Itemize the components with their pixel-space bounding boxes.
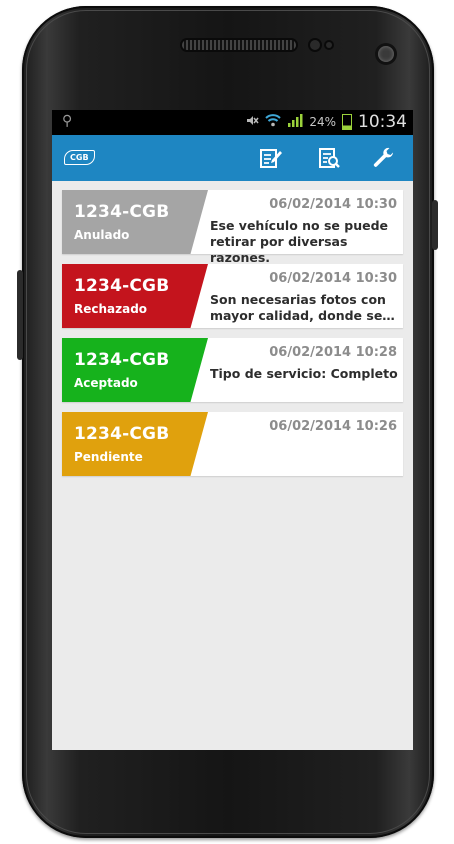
message-text: Tipo de servicio: Completo <box>210 366 398 381</box>
proximity-sensor <box>310 40 320 50</box>
app-bar: CGB <box>52 135 413 181</box>
clock: 10:34 <box>358 112 407 132</box>
status-badge: 1234-CGB Pendiente <box>62 412 208 476</box>
front-camera <box>378 46 394 62</box>
list-item[interactable]: 1234-CGB Rechazado 06/02/2014 10:30 Son … <box>62 264 403 328</box>
earpiece-speaker <box>182 40 296 50</box>
timestamp: 06/02/2014 10:30 <box>269 271 397 286</box>
usb-icon: ⚲ <box>62 113 73 129</box>
screen: ⚲ 24% 10:34 CGB 1234-CGB Anulado 06/02/2… <box>52 110 413 750</box>
timestamp: 06/02/2014 10:28 <box>269 345 397 360</box>
license-plate: 1234-CGB <box>74 202 170 222</box>
light-sensor <box>326 42 332 48</box>
license-plate: 1234-CGB <box>74 350 170 370</box>
message-text: Ese vehículo no se puede retirar por div… <box>210 218 389 265</box>
message-text: Son necesarias fotos con mayor calidad, … <box>210 292 395 323</box>
edit-note-icon[interactable] <box>258 146 282 170</box>
status-label: Anulado <box>74 228 130 242</box>
license-plate: 1234-CGB <box>74 424 170 444</box>
battery-icon <box>342 114 352 130</box>
request-list: 1234-CGB Anulado 06/02/2014 10:30 Ese ve… <box>52 181 413 476</box>
timestamp: 06/02/2014 10:30 <box>269 197 397 212</box>
list-item[interactable]: 1234-CGB Anulado 06/02/2014 10:30 Ese ve… <box>62 190 403 265</box>
app-logo[interactable]: CGB <box>64 150 95 165</box>
wrench-icon[interactable] <box>372 146 396 170</box>
status-label: Rechazado <box>74 302 148 316</box>
license-plate: 1234-CGB <box>74 276 170 296</box>
status-label: Aceptado <box>74 376 138 390</box>
battery-percent: 24% <box>309 115 336 129</box>
status-badge: 1234-CGB Aceptado <box>62 338 208 402</box>
status-badge: 1234-CGB Rechazado <box>62 264 208 328</box>
list-item[interactable]: 1234-CGB Pendiente 06/02/2014 10:26 <box>62 412 403 476</box>
power-button[interactable] <box>432 200 438 250</box>
status-badge: 1234-CGB Anulado <box>62 190 208 254</box>
list-item[interactable]: 1234-CGB Aceptado 06/02/2014 10:28 Tipo … <box>62 338 403 402</box>
status-label: Pendiente <box>74 450 143 464</box>
signal-icon <box>287 113 303 131</box>
status-bar: ⚲ 24% 10:34 <box>52 110 413 135</box>
timestamp: 06/02/2014 10:26 <box>269 419 397 434</box>
mute-icon <box>245 114 259 131</box>
volume-button[interactable] <box>17 270 23 360</box>
wifi-icon <box>265 113 282 131</box>
document-search-icon[interactable] <box>317 146 341 170</box>
